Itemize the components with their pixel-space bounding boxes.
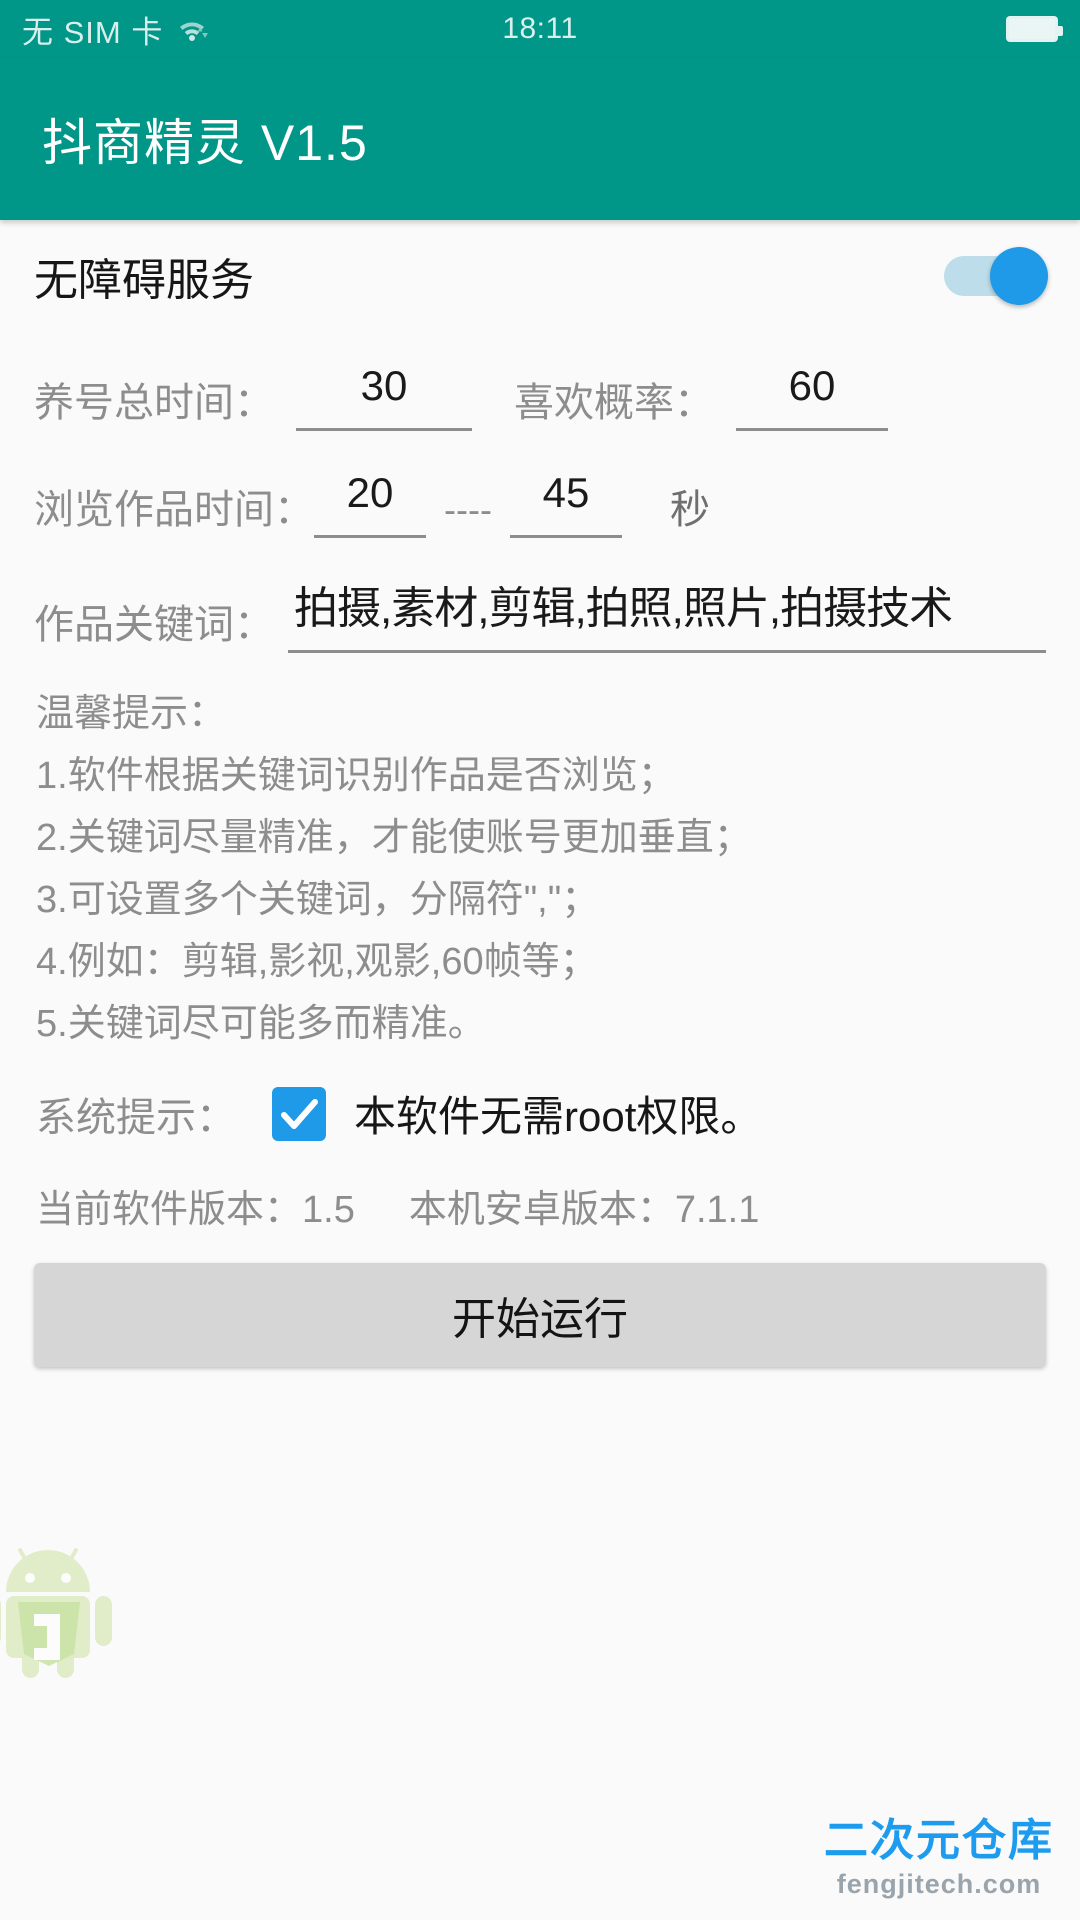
- browse-time-min-input[interactable]: 20: [314, 465, 426, 538]
- tips-line-4: 4.例如：剪辑,影视,观影,60帧等；: [36, 941, 598, 983]
- watermark: 二次元仓库 fengjitech.com: [824, 1819, 1054, 1898]
- watermark-domain: fengjitech.com: [836, 1869, 1042, 1899]
- keywords-input[interactable]: 拍摄,素材,剪辑,拍照,照片,拍摄技术: [288, 580, 1046, 653]
- sim-status-label: 无 SIM 卡: [22, 14, 164, 50]
- total-time-label: 养号总时间：: [34, 381, 274, 425]
- android-robot-icon: [0, 1530, 128, 1680]
- app-title: 抖商精灵 V1.5: [42, 115, 368, 171]
- tips-line-5: 5.关键词尽可能多而精准。: [36, 1003, 486, 1045]
- status-bar-left: 无 SIM 卡: [22, 7, 209, 52]
- toggle-thumb: [990, 247, 1048, 305]
- field-row-browse-time: 浏览作品时间： 20 ---- 45 秒: [24, 465, 1056, 538]
- status-bar-right: [1006, 16, 1063, 42]
- root-permission-checkbox[interactable]: [272, 1086, 326, 1141]
- tips-line-3: 3.可设置多个关键词，分隔符","；: [36, 879, 600, 921]
- accessibility-service-toggle[interactable]: [944, 247, 1048, 305]
- tips-title: 温馨提示：: [36, 693, 227, 735]
- accessibility-service-row[interactable]: 无障碍服务: [24, 220, 1056, 332]
- android-version-label: 本机安卓版本：7.1.1: [408, 1189, 760, 1231]
- system-hint-row: 系统提示： 本软件无需root权限。: [24, 1083, 1056, 1144]
- browse-time-unit-label: 秒: [669, 488, 710, 532]
- browse-time-label: 浏览作品时间：: [34, 488, 314, 532]
- field-row-keywords: 作品关键词： 拍摄,素材,剪辑,拍照,照片,拍摄技术: [24, 580, 1056, 653]
- browse-time-max-input[interactable]: 45: [509, 465, 622, 538]
- tips-block: 温馨提示： 1.软件根据关键词识别作品是否浏览； 2.关键词尽量精准，才能使账号…: [24, 683, 1056, 1055]
- watermark-title: 二次元仓库: [824, 1816, 1054, 1865]
- total-time-input[interactable]: 30: [296, 358, 472, 431]
- like-rate-input[interactable]: 60: [736, 358, 888, 431]
- app-bar: 抖商精灵 V1.5: [0, 58, 1080, 220]
- app-version-label: 当前软件版本：1.5: [36, 1189, 355, 1231]
- tips-line-1: 1.软件根据关键词识别作品是否浏览；: [36, 755, 676, 797]
- battery-icon: [1006, 16, 1063, 42]
- like-rate-label: 喜欢概率：: [514, 381, 714, 425]
- browse-time-range-separator: ----: [444, 489, 492, 530]
- start-run-button[interactable]: 开始运行: [34, 1263, 1046, 1367]
- system-hint-text: 本软件无需root权限。: [354, 1093, 763, 1140]
- field-row-total-time: 养号总时间： 30 喜欢概率： 60: [24, 358, 1056, 431]
- main-content: 无障碍服务 养号总时间： 30 喜欢概率： 60 浏览作品时间： 20 ----…: [0, 220, 1080, 1367]
- tips-line-2: 2.关键词尽量精准，才能使账号更加垂直；: [36, 817, 752, 859]
- system-hint-label: 系统提示：: [36, 1095, 236, 1140]
- wifi-icon: [175, 16, 209, 42]
- accessibility-service-label: 无障碍服务: [34, 256, 254, 305]
- keywords-label: 作品关键词：: [34, 603, 274, 647]
- status-bar: 无 SIM 卡 18:11: [0, 0, 1080, 58]
- version-row: 当前软件版本：1.5 本机安卓版本：7.1.1: [24, 1178, 1056, 1233]
